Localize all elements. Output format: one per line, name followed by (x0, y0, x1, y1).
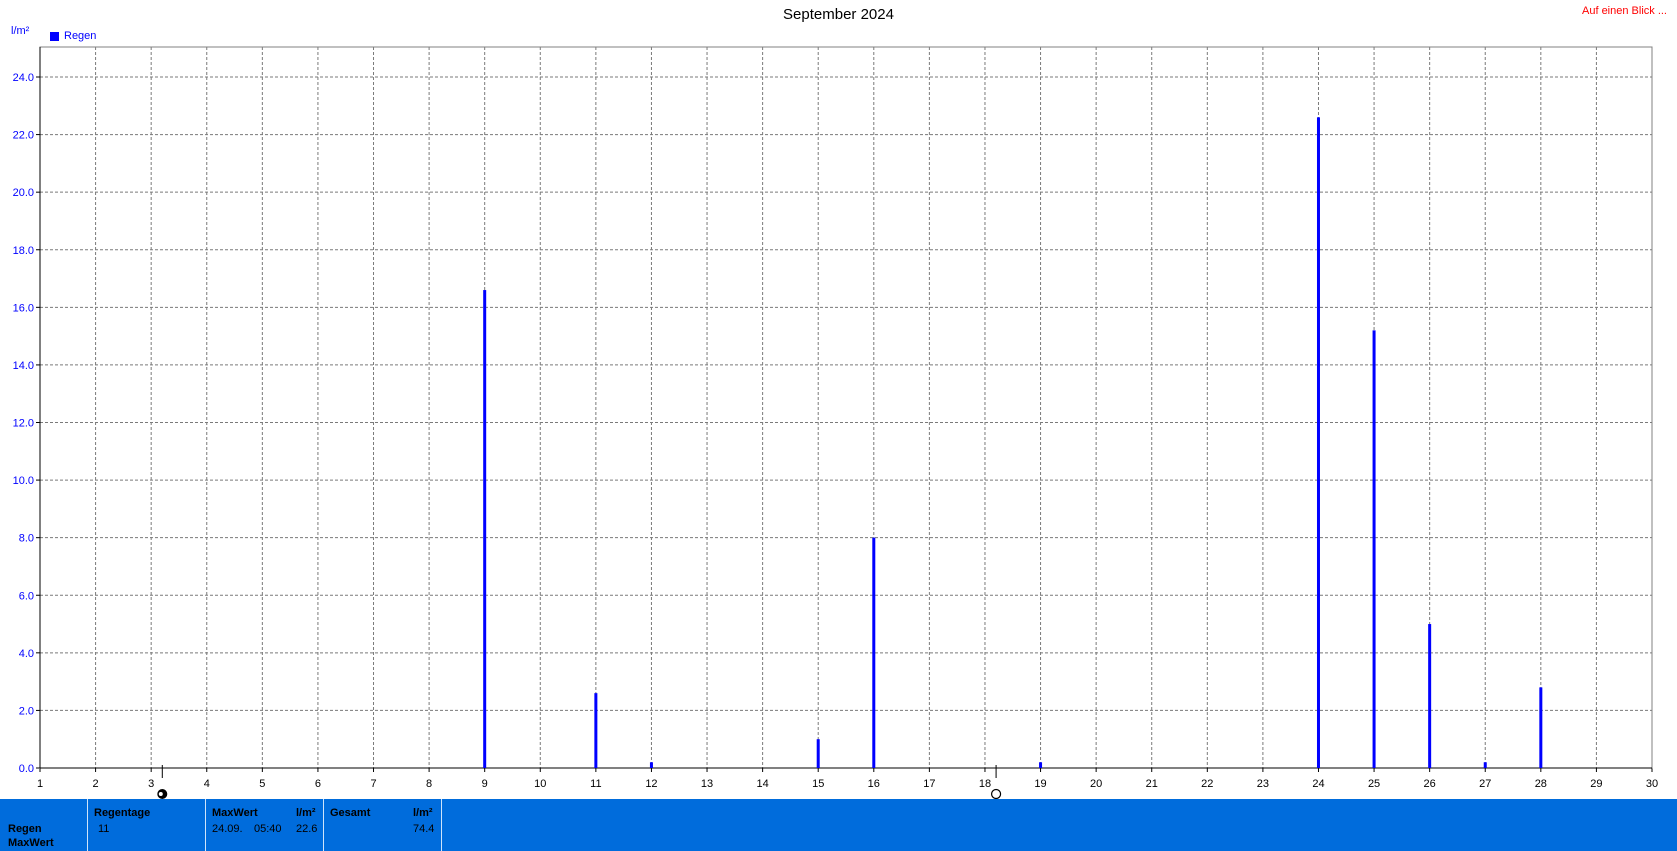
x-tick-label: 9 (482, 778, 488, 790)
y-tick-label: 14.0 (13, 360, 34, 372)
y-tick-label: 2.0 (19, 705, 34, 717)
maxwert-header: MaxWert (212, 807, 258, 819)
rain-bar (1428, 624, 1432, 768)
rain-bar (872, 537, 876, 768)
rain-bar (816, 739, 820, 768)
plot-frame (39, 46, 1653, 769)
x-tick-label: 20 (1090, 778, 1102, 790)
row-label-maxwert: MaxWert (8, 837, 54, 849)
rain-bar (594, 693, 598, 768)
new-moon-highlight (158, 792, 163, 796)
x-tick-label: 17 (923, 778, 935, 790)
y-tick-label: 16.0 (13, 302, 34, 314)
rain-bar (1483, 762, 1487, 768)
y-tick-label: 4.0 (19, 648, 34, 660)
y-tick-label: 8.0 (19, 533, 34, 545)
x-tick-label: 22 (1201, 778, 1213, 790)
x-tick-label: 15 (812, 778, 824, 790)
overview-link[interactable]: Auf einen Blick ... (1582, 5, 1667, 17)
x-tick-label: 2 (93, 778, 99, 790)
y-tick-label: 6.0 (19, 590, 34, 602)
gesamt-value: 74.4 (413, 823, 435, 835)
x-tick-label: 18 (979, 778, 991, 790)
x-tick-label: 28 (1535, 778, 1547, 790)
rain-bar (1539, 687, 1543, 768)
x-tick-label: 30 (1646, 778, 1658, 790)
x-tick-label: 19 (1034, 778, 1046, 790)
x-tick-label: 16 (868, 778, 880, 790)
y-tick-label: 22.0 (13, 130, 34, 142)
maxwert-value: 22.6 (296, 823, 318, 835)
gesamt-unit: l/m² (413, 807, 433, 819)
legend-label: Regen (64, 30, 97, 42)
y-tick-label: 0.0 (19, 763, 34, 775)
chart-title: September 2024 (783, 6, 894, 23)
x-tick-label: 13 (701, 778, 713, 790)
x-tick-label: 27 (1479, 778, 1491, 790)
full-moon-icon (990, 788, 1002, 799)
rain-bar (1372, 330, 1376, 768)
x-tick-label: 8 (426, 778, 432, 790)
x-tick-label: 23 (1257, 778, 1269, 790)
x-tick-label: 26 (1424, 778, 1436, 790)
rain-chart: 0.0 2.0 4.0 6.0 8.0 10.0 12.0 14.0 16.0 18.0 20.0 2… (13, 46, 1658, 799)
stats-col-gesamt: Gesamt l/m² 74.4 (323, 799, 441, 851)
rain-bar (649, 762, 653, 768)
x-tick-label: 5 (259, 778, 265, 790)
rain-bar (1316, 117, 1320, 768)
regentage-value: 11 (98, 823, 110, 835)
x-tick-label: 14 (756, 778, 768, 790)
x-tick-label: 11 (590, 778, 601, 790)
maxwert-date: 24.09. (212, 823, 243, 835)
x-tick-labels: 1 2 3 4 5 6 7 8 9 10 11 12 13 14 15 16 17 18 19 20 21 22 23 24 2… (37, 778, 1658, 790)
stats-col-regentage: Regentage 11 (87, 799, 205, 851)
y-tick-label: 18.0 (13, 245, 34, 257)
legend: Regen (50, 30, 96, 42)
gesamt-header: Gesamt (330, 807, 371, 819)
chart-grid (36, 47, 1653, 772)
y-tick-label: 24.0 (13, 72, 34, 84)
x-tick-label: 3 (148, 778, 154, 790)
bar-series (483, 117, 1543, 768)
stats-col-maxwert: MaxWert l/m² 24.09. 05:40 22.6 (205, 799, 323, 851)
stats-divider (441, 799, 443, 851)
x-tick-label: 10 (534, 778, 546, 790)
x-tick-label: 21 (1146, 778, 1158, 790)
x-tick-label: 12 (645, 778, 657, 790)
y-tick-label: 20.0 (13, 187, 34, 199)
x-tick-label: 7 (370, 778, 376, 790)
y-unit-label: l/m² (11, 25, 30, 37)
y-tick-labels: 0.0 2.0 4.0 6.0 8.0 10.0 12.0 14.0 16.0 18.0 20.0 2… (13, 72, 34, 775)
x-tick-label: 4 (204, 778, 210, 790)
regentage-header: Regentage (94, 807, 151, 819)
maxwert-time: 05:40 (254, 823, 282, 835)
row-label-regen: Regen (8, 823, 42, 835)
legend-swatch (50, 31, 59, 41)
x-tick-label: 1 (37, 778, 43, 790)
x-tick-label: 29 (1590, 778, 1602, 790)
y-tick-label: 10.0 (13, 475, 34, 487)
x-tick-label: 24 (1312, 778, 1324, 790)
stats-bar: Regen MaxWert Regentage 11 MaxWert l/m² … (0, 799, 1677, 851)
y-tick-label: 12.0 (13, 418, 34, 430)
rain-bar (483, 290, 487, 768)
x-tick-label: 25 (1368, 778, 1380, 790)
maxwert-unit: l/m² (296, 807, 316, 819)
rain-bar (1039, 762, 1043, 768)
x-tick-label: 6 (315, 778, 321, 790)
